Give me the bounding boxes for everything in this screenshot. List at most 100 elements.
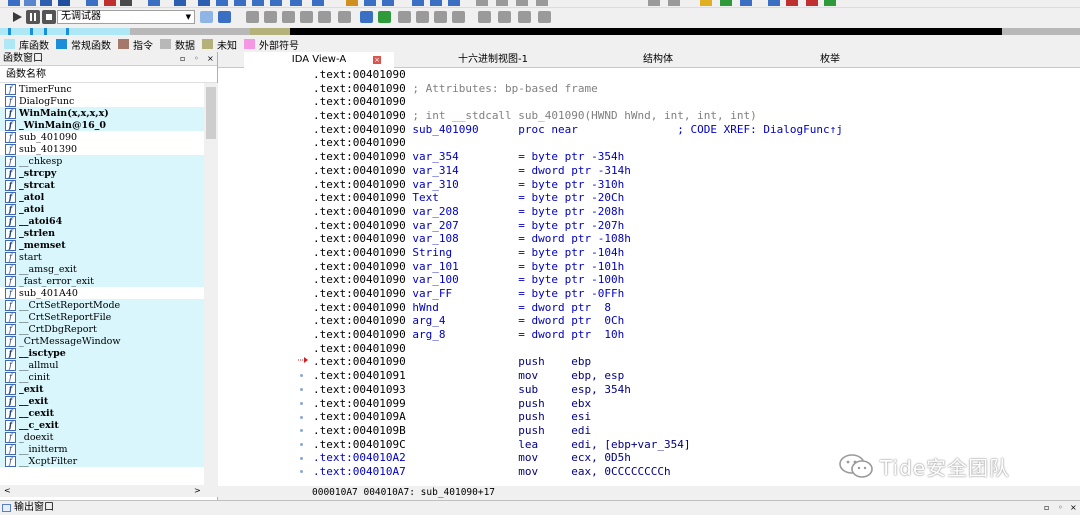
tab-enums[interactable]: 枚举 bbox=[770, 52, 890, 68]
code-line[interactable]: .text:00401090 push ebp bbox=[310, 355, 1080, 369]
toolbar-icon[interactable] bbox=[300, 11, 313, 23]
toolbar-icon[interactable] bbox=[412, 0, 424, 6]
toolbar-icon[interactable] bbox=[364, 0, 376, 6]
toolbar-icon[interactable] bbox=[538, 11, 551, 23]
toolbar-icon[interactable] bbox=[270, 0, 282, 6]
code-line[interactable]: .text:00401090 bbox=[310, 342, 1080, 356]
function-list-item[interactable]: f DialogFunc bbox=[0, 95, 204, 107]
toolbar-icon[interactable] bbox=[398, 11, 411, 23]
function-list-item[interactable]: f sub_401A40 bbox=[0, 287, 204, 299]
toolbar-icon[interactable] bbox=[740, 0, 752, 6]
toolbar-icon[interactable] bbox=[648, 0, 660, 6]
code-line[interactable]: .text:00401099 push ebx bbox=[310, 397, 1080, 411]
function-list-item[interactable]: f __CrtSetReportMode bbox=[0, 299, 204, 311]
toolbar-icon[interactable] bbox=[668, 0, 680, 6]
code-line[interactable]: .text:00401091 mov ebp, esp bbox=[310, 369, 1080, 383]
code-line[interactable]: .text:00401090 ; int __stdcall sub_40109… bbox=[310, 109, 1080, 123]
code-line[interactable]: .text:00401090 var_208 = byte ptr -208h bbox=[310, 205, 1080, 219]
disassembly-listing[interactable]: .text:00401090 .text:00401090 ; Attribut… bbox=[310, 68, 1080, 486]
code-line[interactable]: .text:00401090 bbox=[310, 68, 1080, 82]
toolbar-icon[interactable] bbox=[346, 0, 358, 6]
close-tab-icon[interactable]: × bbox=[373, 56, 381, 64]
restore-icon[interactable]: ▫ bbox=[1044, 501, 1049, 515]
toolbar-icon[interactable] bbox=[786, 0, 798, 6]
code-line[interactable]: .text:00401090 var_FF = byte ptr -0FFh bbox=[310, 287, 1080, 301]
code-line[interactable]: .text:0040109C lea edi, [ebp+var_354] bbox=[310, 438, 1080, 452]
navigation-band[interactable] bbox=[0, 26, 1080, 36]
scroll-left-icon[interactable]: < bbox=[4, 485, 11, 497]
toolbar-icon[interactable] bbox=[200, 11, 213, 23]
function-list-item[interactable]: f __XcptFilter bbox=[0, 455, 204, 467]
toolbar-icon[interactable] bbox=[318, 11, 331, 23]
scroll-right-icon[interactable]: > bbox=[194, 485, 201, 497]
function-list-item[interactable]: f __isctype bbox=[0, 347, 204, 359]
function-list-item[interactable]: f _strcpy bbox=[0, 167, 204, 179]
toolbar-icon[interactable] bbox=[448, 0, 460, 6]
toolbar-icon[interactable] bbox=[824, 0, 836, 6]
stop-icon[interactable] bbox=[42, 10, 56, 24]
function-list-item[interactable]: f _atol bbox=[0, 191, 204, 203]
function-list-item[interactable]: f __cexit bbox=[0, 407, 204, 419]
open-icon[interactable] bbox=[8, 0, 20, 6]
toolbar-icon[interactable] bbox=[806, 0, 818, 6]
functions-horizontal-scrollbar[interactable]: < > bbox=[0, 485, 218, 497]
code-line[interactable]: .text:0040109B push edi bbox=[310, 424, 1080, 438]
function-list-item[interactable]: f _doexit bbox=[0, 431, 204, 443]
toolbar-icon[interactable] bbox=[518, 11, 531, 23]
start-debug-icon[interactable] bbox=[10, 10, 24, 24]
close-icon[interactable]: × bbox=[1070, 501, 1077, 515]
toolbar-icon[interactable] bbox=[478, 11, 491, 23]
toolbar-icon[interactable] bbox=[264, 11, 277, 23]
toolbar-icon[interactable] bbox=[498, 11, 511, 23]
debugger-select[interactable]: 无调试器 ▼ bbox=[57, 10, 195, 24]
code-line[interactable]: .text:00401090 Text = byte ptr -20Ch bbox=[310, 191, 1080, 205]
toolbar-icon[interactable] bbox=[382, 0, 394, 6]
function-list-item[interactable]: f _atoi bbox=[0, 203, 204, 215]
scrollbar-thumb[interactable] bbox=[206, 87, 216, 139]
code-line[interactable]: .text:00401090 arg_8 = dword ptr 10h bbox=[310, 328, 1080, 342]
toolbar-icon[interactable] bbox=[338, 11, 351, 23]
code-line[interactable]: .text:00401090 bbox=[310, 136, 1080, 150]
function-list-item[interactable]: f sub_401390 bbox=[0, 143, 204, 155]
toolbar-icon[interactable] bbox=[700, 0, 712, 6]
toolbar-icon[interactable] bbox=[452, 11, 465, 23]
toolbar-icon[interactable] bbox=[430, 0, 442, 6]
function-list-item[interactable]: f __c_exit bbox=[0, 419, 204, 431]
toolbar-icon[interactable] bbox=[768, 0, 780, 6]
function-list-item[interactable]: f _exit bbox=[0, 383, 204, 395]
code-line[interactable]: .text:00401090 var_108 = dword ptr -108h bbox=[310, 232, 1080, 246]
toolbar-icon[interactable] bbox=[312, 0, 324, 6]
restore-icon[interactable]: ▫ bbox=[180, 52, 185, 66]
toolbar-icon[interactable] bbox=[416, 11, 429, 23]
toolbar-icon[interactable] bbox=[434, 11, 447, 23]
toolbar-icon[interactable] bbox=[290, 0, 302, 6]
toolbar-icon[interactable] bbox=[246, 11, 259, 23]
float-icon[interactable]: ◦ bbox=[194, 52, 199, 66]
toolbar-icon[interactable] bbox=[536, 0, 548, 6]
function-list-item[interactable]: f WinMain(x,x,x,x) bbox=[0, 107, 204, 119]
tab-ida-view-a[interactable]: IDA View-A bbox=[244, 52, 394, 68]
toolbar-icon[interactable] bbox=[476, 0, 488, 6]
toolbar-icon[interactable] bbox=[282, 11, 295, 23]
toolbar-icon[interactable] bbox=[516, 0, 528, 6]
function-list-item[interactable]: f _fast_error_exit bbox=[0, 275, 204, 287]
code-line[interactable]: .text:00401090 var_354 = byte ptr -354h bbox=[310, 150, 1080, 164]
toolbar-icon[interactable] bbox=[496, 0, 508, 6]
pause-icon[interactable] bbox=[26, 10, 40, 24]
toolbar-icon[interactable] bbox=[216, 0, 228, 6]
code-line[interactable]: .text:00401090 ; Attributes: bp-based fr… bbox=[310, 82, 1080, 96]
function-list-item[interactable]: f sub_401090 bbox=[0, 131, 204, 143]
code-line[interactable]: .text:00401090 bbox=[310, 95, 1080, 109]
code-line[interactable]: .text:00401093 sub esp, 354h bbox=[310, 383, 1080, 397]
toolbar-icon[interactable] bbox=[148, 0, 160, 6]
function-list-item[interactable]: f __CrtDbgReport bbox=[0, 323, 204, 335]
toolbar-icon[interactable] bbox=[104, 0, 116, 6]
code-line[interactable]: .text:00401090 var_101 = byte ptr -101h bbox=[310, 260, 1080, 274]
function-list-item[interactable]: f __initterm bbox=[0, 443, 204, 455]
function-list-item[interactable]: f _strlen bbox=[0, 227, 204, 239]
function-list-item[interactable]: f _memset bbox=[0, 239, 204, 251]
function-list-item[interactable]: f TimerFunc bbox=[0, 83, 204, 95]
toolbar-icon[interactable] bbox=[58, 0, 70, 6]
code-line[interactable]: .text:00401090 var_310 = byte ptr -310h bbox=[310, 178, 1080, 192]
toolbar-icon[interactable] bbox=[218, 11, 231, 23]
